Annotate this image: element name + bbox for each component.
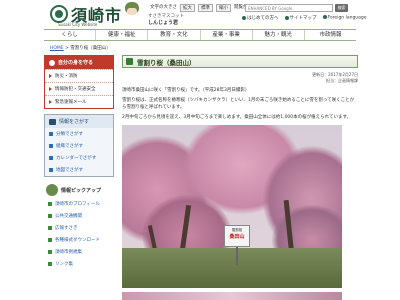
find-info-header: 情報をさがす <box>45 115 113 128</box>
find-info-box: 情報をさがす 分類でさがす 組織でさがす カレンダーでさがす 地図でさがす <box>44 114 114 177</box>
bullet-icon <box>49 132 53 136</box>
nav-item-education[interactable]: 教育・文化 <box>148 30 201 40</box>
nav-item-tourism[interactable]: 魅力・観光 <box>253 30 305 40</box>
page-title: 雪割り桜（桑田山） <box>137 58 196 67</box>
main-content: 雪割り桜（桑田山） 更新日：2017年2月27日 担当：企画情報課 須崎市桑田山… <box>122 55 358 300</box>
beginners-link[interactable]: はじめての方へ <box>242 15 279 21</box>
font-normal-button[interactable]: 標準 <box>198 4 213 12</box>
font-larger-button[interactable]: 拡大 <box>180 4 195 12</box>
emergency-link-safety[interactable]: 情報防犯・交通安全 <box>45 82 113 95</box>
city-emblem-icon <box>50 5 68 23</box>
mascot-icon <box>46 184 58 196</box>
bullet-icon <box>48 214 52 218</box>
arrow-right-icon <box>49 87 52 91</box>
bullet-icon <box>48 238 52 242</box>
breadcrumb-home[interactable]: HOME <box>50 46 64 51</box>
pickup-box: 情報ピックアップ 須崎市のプロフィール 公共交通機関 広報すさき 各種様式ダウン… <box>44 182 114 270</box>
bullet-icon <box>48 250 52 254</box>
second-photo <box>122 292 342 300</box>
paragraph-3: 2月中旬ごろから見頃を迎え、3月中旬ごろまで楽しめます。桑田山全体には約1,00… <box>122 115 352 120</box>
mascot-caption-text: すさきマスコット <box>148 14 184 19</box>
find-by-category[interactable]: 分類でさがす <box>45 128 113 140</box>
arrow-right-icon <box>49 100 52 104</box>
bullet-icon <box>49 168 53 172</box>
pickup-link-transport[interactable]: 公共交通機関 <box>44 210 114 222</box>
globe-icon <box>322 15 327 19</box>
sitemap-link[interactable]: サイトマップ <box>284 15 317 21</box>
search-icon <box>49 118 56 125</box>
pickup-title: 情報ピックアップ <box>61 187 102 194</box>
page-meta: 更新日：2017年2月27日 担当：企画情報課 <box>122 72 358 84</box>
bullet-icon <box>48 202 52 206</box>
article-body: 須崎市桑田山に咲く「雪割り桜」です。（平成28年3月日撮影） 雪割り桜は、正式名… <box>122 87 358 121</box>
find-by-calendar[interactable]: カレンダーでさがす <box>45 152 113 164</box>
logo-subtitle: Susaki City Website <box>58 22 98 27</box>
page: 須崎市 Susaki City Website すさきマスコット しんじょう君 … <box>0 0 400 300</box>
bullet-icon <box>48 226 52 230</box>
paragraph-2: 雪割り桜は、正式名称を椿寒桜（ツバキカンザクラ）といい、1月の末ごろ咲き始めるこ… <box>122 98 355 110</box>
photo-sign: 雪割桜 桑田山 <box>224 225 250 247</box>
breadcrumb: HOME > 雪割り桜（桑田山） <box>50 45 111 51</box>
emergency-title: 自分の身を守る <box>58 60 94 66</box>
nav-item-city-info[interactable]: 市政情報 <box>305 30 356 40</box>
page-title-bar: 雪割り桜（桑田山） <box>122 55 358 68</box>
shield-icon <box>49 59 55 66</box>
nav-item-living[interactable]: くらし <box>44 30 97 40</box>
cherry-blossom-photo: 雪割桜 桑田山 <box>122 125 342 288</box>
find-by-map[interactable]: 地図でさがす <box>45 164 113 176</box>
font-size-label: 文字の大きさ <box>150 5 177 10</box>
bullet-icon <box>49 144 53 148</box>
circle-icon <box>242 15 246 20</box>
pickup-header: 情報ピックアップ <box>44 182 114 198</box>
search-button[interactable]: 検索 <box>335 4 348 12</box>
pickup-link-profile[interactable]: 須崎市のプロフィール <box>44 198 114 210</box>
emergency-link-alert-mail[interactable]: 緊急速報メール <box>45 95 113 108</box>
page-icon <box>126 58 133 65</box>
emergency-box: 自分の身を守る 防災・消防 情報防犯・交通安全 緊急速報メール <box>44 55 114 109</box>
search-input[interactable]: ENHANCED BY Google <box>245 4 333 12</box>
pickup-link-regulations[interactable]: 須崎市例規集 <box>44 246 114 258</box>
nav-item-health[interactable]: 健康・福祉 <box>96 30 149 40</box>
bullet-icon <box>49 156 53 160</box>
mascot-name: しんじょう君 <box>148 20 179 26</box>
pickup-link-forms[interactable]: 各種様式ダウンロード <box>44 234 114 246</box>
meta-department: 担当：企画情報課 <box>326 78 358 83</box>
find-by-organization[interactable]: 組織でさがす <box>45 140 113 152</box>
header-links: はじめての方へ サイトマップ Foreign language <box>242 15 367 21</box>
site-header: 須崎市 Susaki City Website すさきマスコット しんじょう君 … <box>0 0 400 28</box>
breadcrumb-current: 雪割り桜（桑田山） <box>70 46 111 51</box>
emergency-link-disaster[interactable]: 防災・消防 <box>45 69 113 82</box>
mascot-caption: すさきマスコット しんじょう君 <box>148 14 184 26</box>
nav-item-industry[interactable]: 産業・事業 <box>201 30 253 40</box>
foreign-language-link[interactable]: Foreign language <box>322 15 367 21</box>
emergency-header: 自分の身を守る <box>45 56 113 69</box>
pickup-link-links[interactable]: リンク集 <box>44 258 114 270</box>
arrow-right-icon <box>49 74 52 78</box>
sidebar: 自分の身を守る 防災・消防 情報防犯・交通安全 緊急速報メール 情報をさがす 分… <box>44 55 114 270</box>
sign-text-2: 桑田山 <box>229 234 245 240</box>
mascot-icon[interactable] <box>124 2 140 22</box>
global-nav: くらし 健康・福祉 教育・文化 産業・事業 魅力・観光 市政情報 <box>44 29 356 41</box>
pickup-link-newsletter[interactable]: 広報すさき <box>44 222 114 234</box>
find-info-title: 情報をさがす <box>59 119 90 125</box>
circle-icon <box>284 15 289 20</box>
font-smaller-button[interactable]: 縮小 <box>216 4 231 12</box>
paragraph-1: 須崎市桑田山に咲く「雪割り桜」です。（平成28年3月日撮影） <box>122 88 250 93</box>
bullet-icon <box>48 262 52 266</box>
